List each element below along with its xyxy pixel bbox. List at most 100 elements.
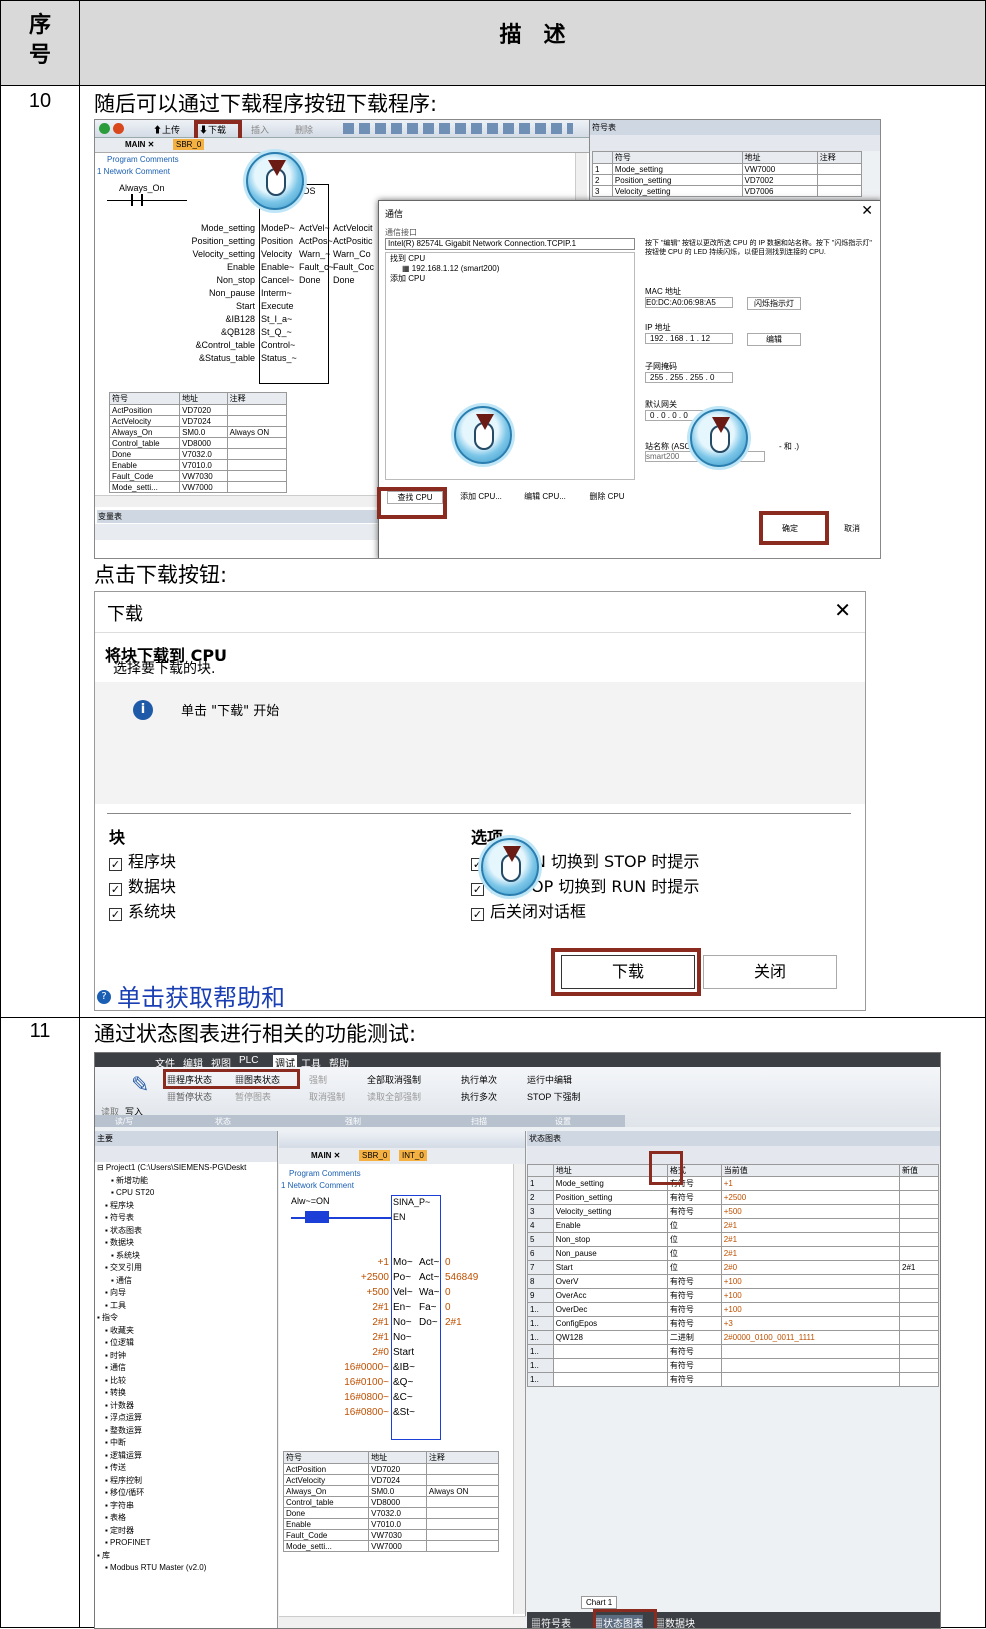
table-cell[interactable] xyxy=(899,1358,939,1373)
pause-chart-button[interactable]: 暂停图表 xyxy=(235,1090,271,1103)
checkbox-icon[interactable]: ✓ xyxy=(471,883,484,896)
status-row[interactable]: 1.. ConfigEpos 有符号 +3 xyxy=(527,1316,939,1331)
status-row[interactable]: 1.. OverDec 有符号 +100 xyxy=(527,1302,939,1317)
tree-item[interactable]: ▪ 库 xyxy=(95,1550,277,1563)
close-button[interactable]: 关闭 xyxy=(703,955,837,989)
option-checkbox-3[interactable]: ✓ 后关闭对话框 xyxy=(471,898,699,923)
tree-item[interactable]: ▪ 时钟 xyxy=(95,1350,277,1363)
delete-button[interactable]: 删除 xyxy=(295,123,313,136)
table-cell[interactable] xyxy=(899,1274,939,1289)
tree-item[interactable]: ▪ 通信 xyxy=(95,1275,277,1288)
run-edit-button[interactable]: 运行中编辑 xyxy=(527,1073,572,1086)
table-cell[interactable] xyxy=(899,1232,939,1247)
checkbox-icon[interactable]: ✓ xyxy=(471,908,484,921)
status-row[interactable]: 9 OverAcc 有符号 +100 xyxy=(527,1288,939,1303)
interface-select[interactable]: Intel(R) 82574L Gigabit Network Connecti… xyxy=(385,238,635,250)
tab-main[interactable]: MAIN ✕ xyxy=(125,140,154,149)
single-scan-button[interactable]: 执行单次 xyxy=(461,1073,497,1086)
status-row[interactable]: 2 Position_setting 有符号 +2500 xyxy=(527,1190,939,1205)
tree-item[interactable]: ▪ 字符串 xyxy=(95,1500,277,1513)
status-row[interactable]: 1.. 有符号 xyxy=(527,1372,939,1387)
tree-item[interactable]: ▪ 数据块 xyxy=(95,1237,277,1250)
tree-item[interactable]: ▪ 新增功能 xyxy=(95,1175,277,1188)
add-cpu-button[interactable]: 添加 CPU... xyxy=(453,491,509,502)
menu-item[interactable]: PLC xyxy=(239,1055,258,1066)
table-cell[interactable] xyxy=(899,1372,939,1387)
tree-item[interactable]: ▪ 整数运算 xyxy=(95,1425,277,1438)
tree-item[interactable]: ▪ 转换 xyxy=(95,1387,277,1400)
tree-item[interactable]: ▪ 符号表 xyxy=(95,1212,277,1225)
tab-main[interactable]: MAIN ✕ xyxy=(311,1151,340,1160)
table-cell[interactable] xyxy=(899,1316,939,1331)
download-close-icon[interactable]: ✕ xyxy=(834,598,851,622)
table-cell[interactable] xyxy=(899,1246,939,1261)
status-row[interactable]: 3 Velocity_setting 有符号 +500 xyxy=(527,1204,939,1219)
tree-item[interactable]: ▪ 指令 xyxy=(95,1312,277,1325)
status-row[interactable]: 4 Enable 位 2#1 xyxy=(527,1218,939,1233)
force-button[interactable]: 强制 xyxy=(309,1073,327,1086)
status-row[interactable]: 8 OverV 有符号 +100 xyxy=(527,1274,939,1289)
tree-item[interactable]: ▪ 通信 xyxy=(95,1362,277,1375)
status-row[interactable]: 7 Start 位 2#0 2#1 xyxy=(527,1260,939,1275)
checkbox-icon[interactable]: ✓ xyxy=(109,908,122,921)
delete-cpu-button[interactable]: 删除 CPU xyxy=(579,491,635,502)
unforce-button[interactable]: 取消强制 xyxy=(309,1090,345,1103)
tree-item[interactable]: ▪ 表格 xyxy=(95,1512,277,1525)
run-icon[interactable] xyxy=(99,123,110,134)
chart-tab[interactable]: Chart 1 xyxy=(581,1596,618,1609)
status-row[interactable]: 5 Non_stop 位 2#1 xyxy=(527,1232,939,1247)
tree-item[interactable]: ▪ PROFINET xyxy=(95,1537,277,1550)
table-cell[interactable] xyxy=(899,1288,939,1303)
upload-button[interactable]: ⬆上传 xyxy=(153,123,180,136)
edit-button[interactable]: 编辑 xyxy=(747,333,801,346)
tree-item[interactable]: ▪ 收藏夹 xyxy=(95,1325,277,1338)
status-row[interactable]: 1 Mode_setting 有符号 +1 xyxy=(527,1176,939,1191)
tab-sbr[interactable]: SBR_0 xyxy=(359,1150,391,1161)
checkbox-icon[interactable]: ✓ xyxy=(109,858,122,871)
tree-item[interactable]: ▪ CPU ST20 xyxy=(95,1187,277,1200)
tree-item[interactable]: ▪ Modbus RTU Master (v2.0) xyxy=(95,1562,277,1575)
tab-int[interactable]: INT_0 xyxy=(399,1150,427,1161)
block-checkbox-3[interactable]: ✓ 系统块 xyxy=(109,898,176,923)
table-cell[interactable] xyxy=(899,1218,939,1233)
table-cell[interactable] xyxy=(899,1190,939,1205)
unforce-all-button[interactable]: 全部取消强制 xyxy=(367,1073,421,1086)
comm-close-icon[interactable]: ✕ xyxy=(861,203,873,219)
cpu-ip-item[interactable]: ▦ 192.168.1.12 (smart200) xyxy=(402,264,634,273)
tree-item[interactable]: ▪ 定时器 xyxy=(95,1525,277,1538)
status-row[interactable]: 1.. 有符号 xyxy=(527,1344,939,1359)
tree-item[interactable]: ▪ 工具 xyxy=(95,1300,277,1313)
tree-item[interactable]: ▪ 传送 xyxy=(95,1462,277,1475)
read-all-forced-button[interactable]: 读取全部强制 xyxy=(367,1090,421,1103)
status-row[interactable]: 6 Non_pause 位 2#1 xyxy=(527,1246,939,1261)
edit-cpu-button[interactable]: 编辑 CPU... xyxy=(517,491,573,502)
table-cell[interactable] xyxy=(899,1302,939,1317)
stop-icon[interactable] xyxy=(113,123,124,134)
multi-scan-button[interactable]: 执行多次 xyxy=(461,1090,497,1103)
checkbox-icon[interactable]: ✓ xyxy=(109,883,122,896)
cancel-button[interactable]: 取消 xyxy=(827,523,877,534)
block-checkbox-2[interactable]: ✓ 数据块 xyxy=(109,873,176,898)
tab-sbr[interactable]: SBR_0 xyxy=(173,139,205,150)
tree-item[interactable]: ▪ 位逻辑 xyxy=(95,1337,277,1350)
pause-status-button[interactable]: ▦暂停状态 xyxy=(167,1090,212,1103)
blink-button[interactable]: 闪烁指示灯 xyxy=(747,297,801,310)
tree-item[interactable]: ▪ 计数器 xyxy=(95,1400,277,1413)
tree-item[interactable]: ▪ 状态图表 xyxy=(95,1225,277,1238)
tree-item[interactable]: ▪ 系统块 xyxy=(95,1250,277,1263)
block-checkbox-1[interactable]: ✓ 程序块 xyxy=(109,848,176,873)
bottom-tab[interactable]: ▦符号表 xyxy=(531,1615,571,1628)
bottom-tab[interactable]: ▦数据块 xyxy=(655,1615,695,1628)
tree-item[interactable]: ▪ 中断 xyxy=(95,1437,277,1450)
table-cell[interactable] xyxy=(899,1344,939,1359)
tree-item[interactable]: ▪ 向导 xyxy=(95,1287,277,1300)
tree-item[interactable]: ▪ 程序控制 xyxy=(95,1475,277,1488)
status-row[interactable]: 1.. QW128 二进制 2#0000_0100_0011_1111 xyxy=(527,1330,939,1345)
table-cell[interactable] xyxy=(899,1204,939,1219)
tree-item[interactable]: ▪ 移位/循环 xyxy=(95,1487,277,1500)
table-cell[interactable]: 2#1 xyxy=(899,1260,939,1275)
tree-item[interactable]: ▪ 逻辑运算 xyxy=(95,1450,277,1463)
insert-button[interactable]: 插入 xyxy=(251,123,269,136)
table-cell[interactable] xyxy=(899,1330,939,1345)
stop-force-button[interactable]: STOP 下强制 xyxy=(527,1090,581,1103)
